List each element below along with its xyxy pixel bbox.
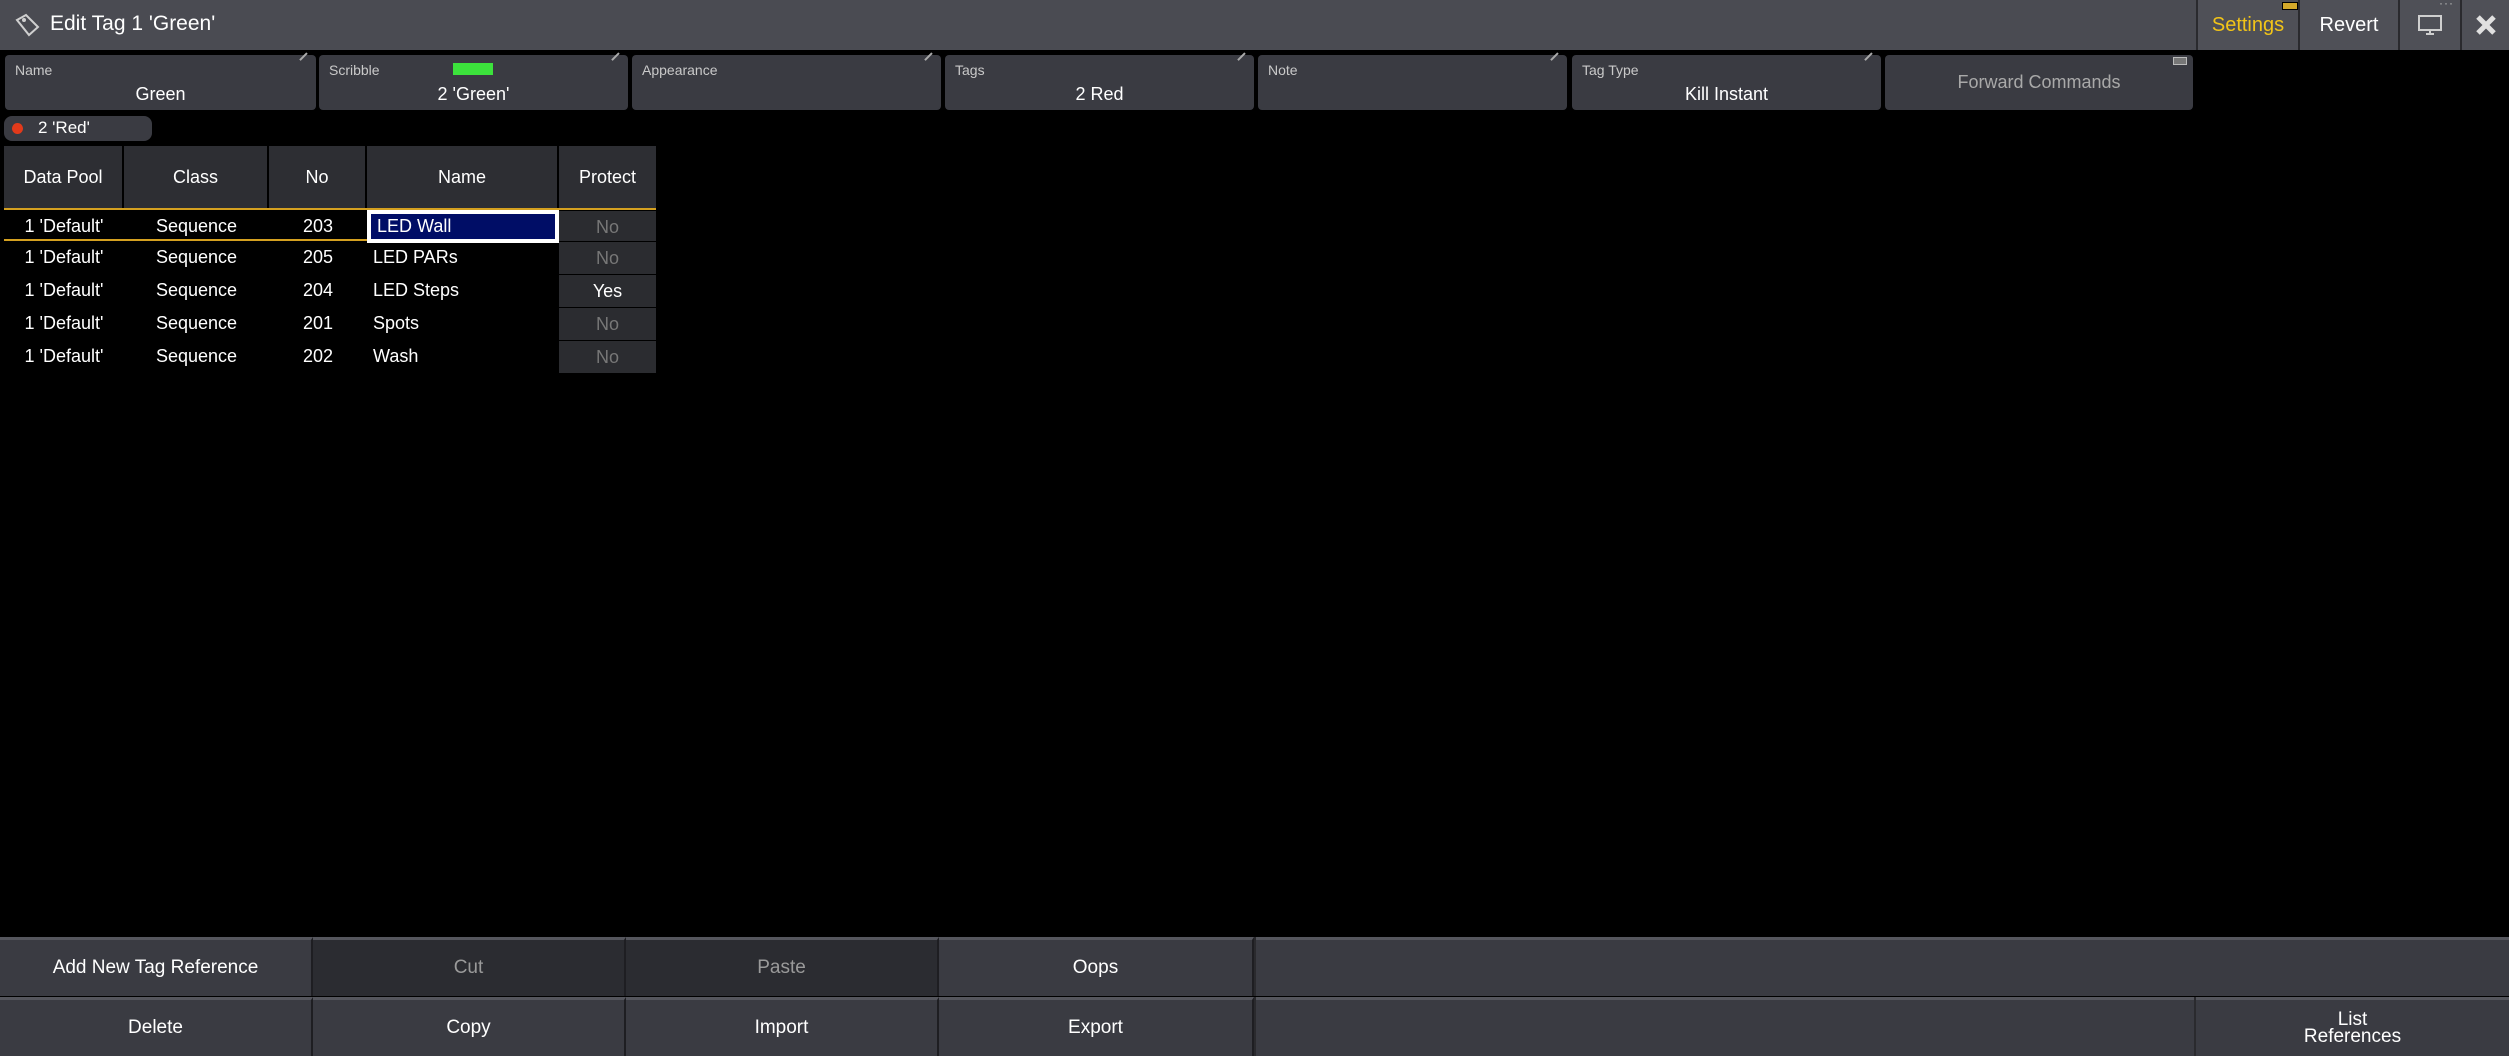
cell-data-pool[interactable]: 1 'Default' — [4, 241, 124, 274]
paste-button[interactable]: Paste — [626, 937, 939, 996]
name-field-value: Green — [135, 84, 186, 104]
list-references-button[interactable]: List References — [2196, 997, 2509, 1056]
note-field[interactable]: Note — [1258, 52, 1567, 110]
name-field-label: Name — [15, 62, 53, 78]
import-button[interactable]: Import — [626, 997, 939, 1056]
delete-button[interactable]: Delete — [0, 997, 313, 1056]
bottom-toolbar-row-2: Delete Copy Import Export List Reference… — [0, 997, 2509, 1056]
cell-name[interactable]: LED Steps — [367, 274, 559, 307]
bottom-toolbar-row-1: Add New Tag Reference Cut Paste Oops — [0, 937, 2509, 996]
column-header-data-pool[interactable]: Data Pool — [4, 146, 124, 208]
toolbar-filler — [1256, 997, 2194, 1056]
scribble-field-label: Scribble — [329, 62, 380, 78]
cell-name[interactable]: LED PARs — [367, 241, 559, 274]
table-row[interactable]: 1 'Default' Sequence 201 Spots No — [4, 307, 656, 340]
appearance-field[interactable]: Appearance — [632, 52, 941, 110]
cell-data-pool[interactable]: 1 'Default' — [4, 340, 124, 373]
column-header-name[interactable]: Name — [367, 146, 559, 208]
edit-corner-icon — [299, 52, 315, 68]
tag-filter-label: 2 'Red' — [38, 118, 90, 137]
settings-label: Settings — [2211, 13, 2285, 36]
copy-button[interactable]: Copy — [313, 997, 626, 1056]
cell-class[interactable]: Sequence — [124, 210, 269, 243]
settings-button[interactable]: Settings — [2196, 0, 2298, 50]
list-references-line2: References — [2303, 1026, 2402, 1047]
title-bar: Edit Tag 1 'Green' Settings Revert ··· — [0, 0, 2509, 50]
forward-commands-indicator-icon — [2173, 57, 2187, 65]
cell-class[interactable]: Sequence — [124, 241, 269, 274]
cell-class[interactable]: Sequence — [124, 307, 269, 340]
edit-corner-icon — [1550, 52, 1566, 68]
edit-corner-icon — [924, 52, 940, 68]
appearance-field-label: Appearance — [642, 62, 718, 78]
cell-name[interactable]: Spots — [367, 307, 559, 340]
more-dots-icon: ··· — [2439, 0, 2454, 10]
red-dot-icon — [12, 123, 23, 134]
tag-type-field-label: Tag Type — [1582, 62, 1639, 78]
tags-field-label: Tags — [955, 62, 985, 78]
cell-data-pool[interactable]: 1 'Default' — [4, 210, 124, 243]
cell-no[interactable]: 202 — [269, 340, 367, 373]
cell-no[interactable]: 203 — [269, 210, 367, 243]
cell-no[interactable]: 205 — [269, 241, 367, 274]
monitor-icon — [2418, 15, 2442, 35]
cell-protect[interactable]: No — [559, 210, 656, 243]
revert-label: Revert — [2319, 13, 2379, 36]
cell-protect[interactable]: Yes — [559, 274, 656, 307]
forward-commands-button[interactable]: Forward Commands — [1885, 55, 2193, 110]
scribble-field-value: 2 'Green' — [437, 84, 510, 104]
table-row[interactable]: 1 'Default' Sequence 205 LED PARs No — [4, 241, 656, 274]
close-icon — [2475, 15, 2496, 35]
cell-data-pool[interactable]: 1 'Default' — [4, 307, 124, 340]
window-title: Edit Tag 1 'Green' — [50, 12, 216, 35]
add-new-tag-reference-button[interactable]: Add New Tag Reference — [0, 937, 313, 996]
display-button[interactable]: ··· — [2398, 0, 2460, 50]
cut-button[interactable]: Cut — [313, 937, 626, 996]
tags-field[interactable]: Tags 2 Red — [945, 52, 1254, 110]
tags-field-value: 2 Red — [1075, 84, 1124, 104]
cell-name-editing[interactable]: LED Wall — [367, 210, 559, 243]
toolbar-filler — [1256, 937, 2509, 996]
cell-protect[interactable]: No — [559, 340, 656, 373]
cell-protect[interactable]: No — [559, 241, 656, 274]
tag-icon — [15, 13, 40, 37]
forward-commands-label: Forward Commands — [1957, 72, 2121, 92]
column-header-class[interactable]: Class — [124, 146, 269, 208]
settings-indicator-icon — [2282, 2, 2298, 10]
edit-corner-icon — [611, 52, 627, 68]
tag-type-field[interactable]: Tag Type Kill Instant — [1572, 52, 1881, 110]
cell-class[interactable]: Sequence — [124, 340, 269, 373]
cell-protect[interactable]: No — [559, 307, 656, 340]
close-button[interactable] — [2460, 0, 2509, 50]
cell-name[interactable]: Wash — [367, 340, 559, 373]
oops-button[interactable]: Oops — [939, 937, 1254, 996]
cell-class[interactable]: Sequence — [124, 274, 269, 307]
name-field[interactable]: Name Green — [5, 52, 316, 110]
edit-corner-icon — [1864, 52, 1880, 68]
table-row[interactable]: 1 'Default' Sequence 203 LED Wall No — [4, 208, 656, 243]
column-header-no[interactable]: No — [269, 146, 367, 208]
cell-no[interactable]: 204 — [269, 274, 367, 307]
column-header-protect[interactable]: Protect — [559, 146, 656, 208]
note-field-label: Note — [1268, 62, 1298, 78]
cell-no[interactable]: 201 — [269, 307, 367, 340]
export-button[interactable]: Export — [939, 997, 1254, 1056]
cell-data-pool[interactable]: 1 'Default' — [4, 274, 124, 307]
revert-button[interactable]: Revert — [2298, 0, 2398, 50]
scribble-preview — [453, 63, 493, 75]
edit-corner-icon — [1237, 52, 1253, 68]
tag-type-field-value: Kill Instant — [1684, 84, 1769, 104]
table-row[interactable]: 1 'Default' Sequence 202 Wash No — [4, 340, 656, 373]
table-row[interactable]: 1 'Default' Sequence 204 LED Steps Yes — [4, 274, 656, 307]
tag-filter-chip[interactable]: 2 'Red' — [4, 116, 152, 141]
